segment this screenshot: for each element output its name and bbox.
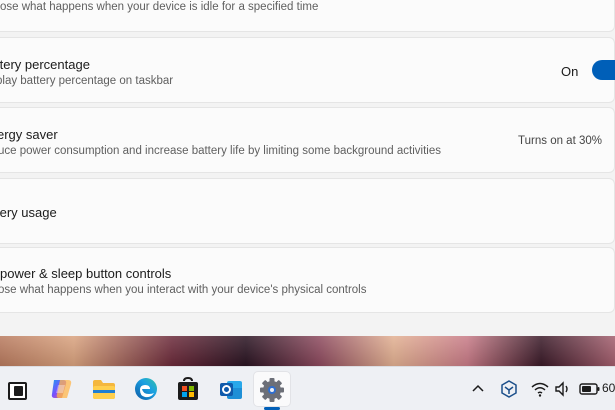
battery-icon[interactable] bbox=[578, 379, 602, 399]
taskbar: 60 bbox=[0, 366, 615, 410]
battery-percentage-readout: 60 bbox=[602, 381, 615, 395]
outlook-icon[interactable] bbox=[218, 376, 244, 402]
battery-usage-title: tery usage bbox=[0, 205, 57, 220]
volume-icon[interactable] bbox=[553, 379, 573, 399]
energy-saver-card[interactable]: ergy saver uce power consumption and inc… bbox=[0, 107, 615, 173]
copilot-icon[interactable] bbox=[48, 376, 74, 402]
battery-percentage-card[interactable]: ttery percentage play battery percentage… bbox=[0, 37, 615, 103]
idle-setting-card[interactable]: ose what happens when your device is idl… bbox=[0, 0, 615, 32]
chevron-up-icon[interactable] bbox=[468, 379, 488, 399]
power-sleep-controls-title: power & sleep button controls bbox=[0, 266, 172, 281]
battery-percentage-toggle[interactable] bbox=[592, 60, 615, 80]
battery-percentage-subtitle: play battery percentage on taskbar bbox=[0, 75, 174, 87]
energy-saver-title: ergy saver bbox=[0, 127, 58, 142]
edge-icon[interactable] bbox=[133, 376, 159, 402]
energy-saver-subtitle: uce power consumption and increase batte… bbox=[0, 145, 441, 157]
power-sleep-controls-card[interactable]: power & sleep button controls ose what h… bbox=[0, 247, 615, 313]
energy-saver-status: Turns on at 30% bbox=[518, 135, 602, 147]
file-explorer-icon[interactable] bbox=[91, 376, 117, 402]
wifi-icon[interactable] bbox=[530, 379, 550, 399]
settings-content: ose what happens when your device is idl… bbox=[0, 0, 615, 336]
idle-setting-subtitle: ose what happens when your device is idl… bbox=[0, 1, 319, 13]
task-view-icon[interactable] bbox=[4, 376, 27, 402]
battery-percentage-toggle-state: On bbox=[561, 64, 579, 79]
battery-usage-card[interactable]: tery usage bbox=[0, 178, 615, 244]
desktop-wallpaper bbox=[0, 336, 615, 366]
battery-percentage-title: ttery percentage bbox=[0, 57, 90, 72]
microsoft-store-icon[interactable] bbox=[175, 376, 201, 402]
settings-gear-icon[interactable] bbox=[258, 376, 284, 402]
power-sleep-controls-subtitle: ose what happens when you interact with … bbox=[0, 284, 367, 296]
vpn-icon[interactable] bbox=[499, 379, 519, 399]
